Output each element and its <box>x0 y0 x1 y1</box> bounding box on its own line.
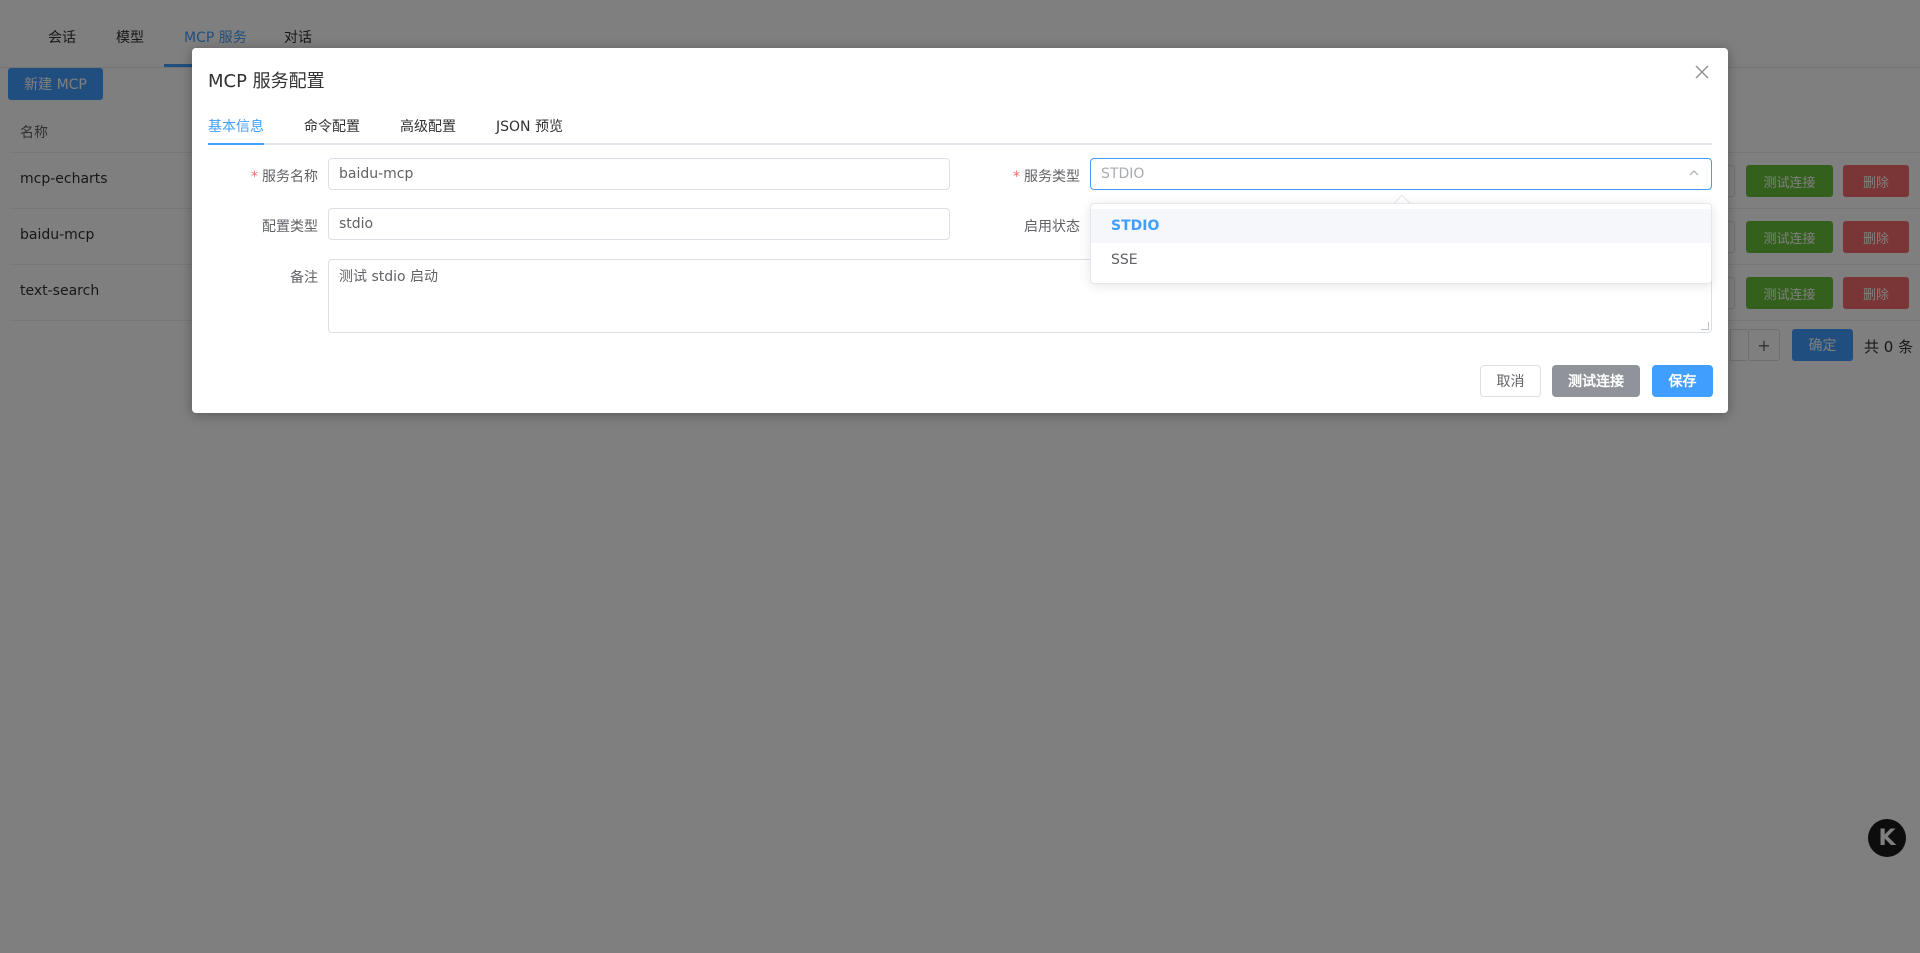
config-type-input[interactable]: stdio <box>328 208 950 240</box>
dialog-tabs: 基本信息 命令配置 高级配置 JSON 预览 <box>208 110 1712 145</box>
test-connection-button[interactable]: 测试连接 <box>1552 365 1640 397</box>
tab-json-preview[interactable]: JSON 预览 <box>496 116 563 136</box>
service-type-dropdown: STDIO SSE <box>1090 203 1712 284</box>
option-stdio[interactable]: STDIO <box>1091 209 1711 243</box>
remark-label: 备注 <box>290 270 318 286</box>
tab-basic-info[interactable]: 基本信息 <box>208 116 264 136</box>
close-icon[interactable] <box>1692 62 1712 82</box>
cancel-button[interactable]: 取消 <box>1480 365 1541 397</box>
tab-command-config[interactable]: 命令配置 <box>304 116 360 136</box>
dialog-title: MCP 服务配置 <box>208 71 325 92</box>
resize-handle-icon[interactable] <box>1701 322 1709 330</box>
service-type-select[interactable]: STDIO <box>1090 158 1712 190</box>
chevron-up-icon <box>1689 167 1699 181</box>
enable-status-label: 启用状态 <box>1024 219 1080 235</box>
service-name-label: * 服务名称 <box>251 169 318 185</box>
save-button[interactable]: 保存 <box>1652 365 1713 397</box>
tab-active-indicator <box>208 143 264 145</box>
option-sse[interactable]: SSE <box>1091 243 1711 277</box>
service-name-input[interactable]: baidu-mcp <box>328 158 950 190</box>
config-type-label: 配置类型 <box>262 219 318 235</box>
service-type-label: * 服务类型 <box>1013 169 1080 185</box>
tab-advanced-config[interactable]: 高级配置 <box>400 116 456 136</box>
